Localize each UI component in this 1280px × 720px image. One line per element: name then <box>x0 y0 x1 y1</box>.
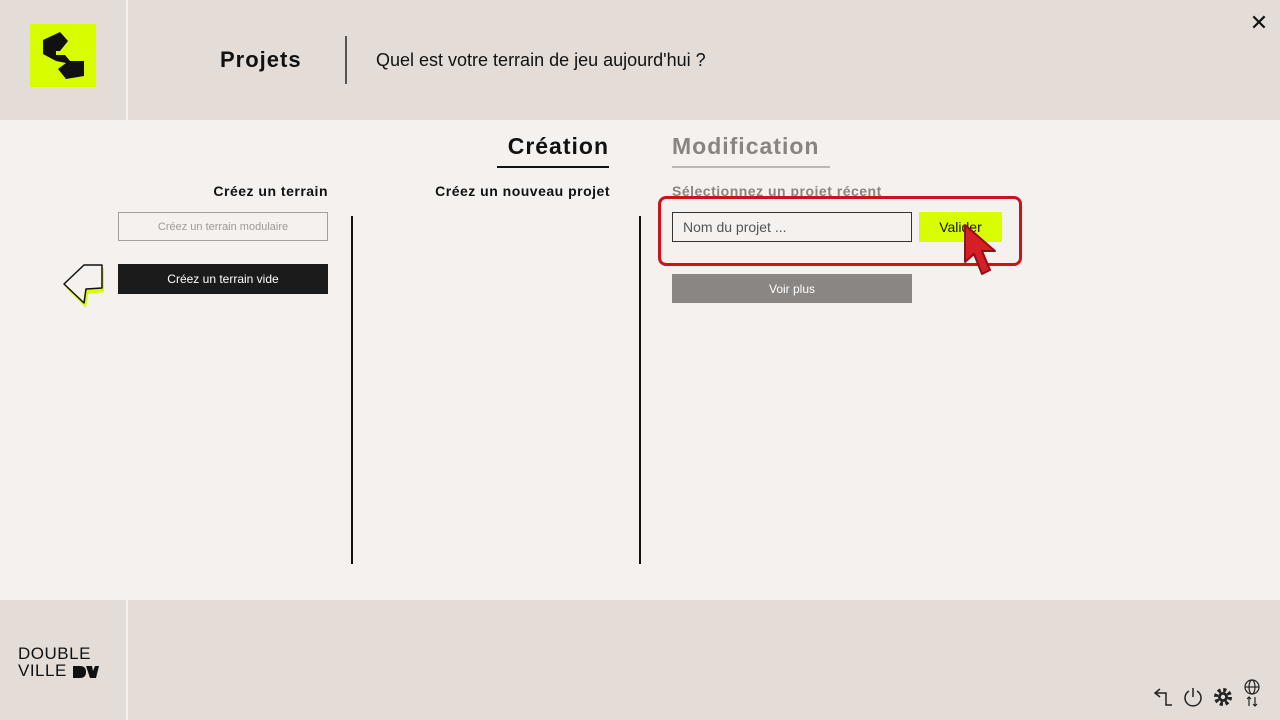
power-icon[interactable] <box>1182 686 1204 708</box>
new-project-heading: Créez un nouveau projet <box>435 183 610 199</box>
create-modular-terrain-button[interactable]: Créez un terrain modulaire <box>118 212 328 241</box>
brand-line-2: VILLE <box>18 661 67 680</box>
terrain-heading: Créez un terrain <box>213 183 328 199</box>
column-divider <box>639 216 641 564</box>
settings-icon[interactable] <box>1212 686 1234 708</box>
brand-logo: DOUBLE VILLE <box>18 645 100 679</box>
tab-creation[interactable]: Création <box>497 133 609 168</box>
brand-line-2-row: VILLE <box>18 662 100 679</box>
column-divider <box>351 216 353 564</box>
create-empty-terrain-button[interactable]: Créez un terrain vide <box>118 264 328 294</box>
title-divider <box>345 36 347 84</box>
brand-line-1: DOUBLE <box>18 644 91 663</box>
app-logo <box>30 24 96 87</box>
see-more-button[interactable]: Voir plus <box>672 274 912 303</box>
page-subtitle: Quel est votre terrain de jeu aujourd'hu… <box>376 50 706 70</box>
close-icon[interactable]: ✕ <box>1248 12 1270 34</box>
back-icon[interactable] <box>1152 686 1174 708</box>
language-icon[interactable] <box>1242 678 1264 707</box>
tab-modification[interactable]: Modification <box>672 133 830 168</box>
header-divider <box>126 0 128 120</box>
page-title: Projets <box>220 47 302 72</box>
footer-divider <box>126 600 128 720</box>
footer-bar <box>0 600 1280 720</box>
mouse-cursor-icon <box>962 222 1000 288</box>
pointer-arrow-icon <box>62 262 108 314</box>
brand-mark-icon <box>73 665 100 678</box>
